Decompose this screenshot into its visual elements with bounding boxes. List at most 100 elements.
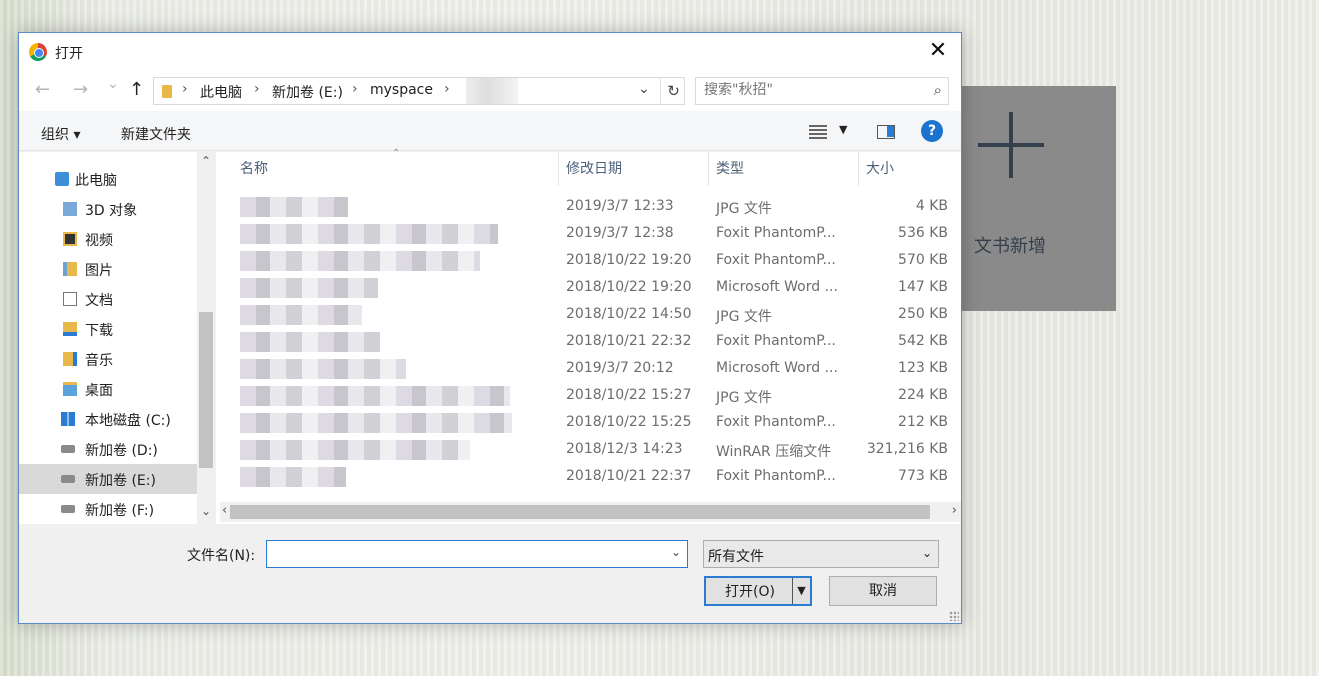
tree-item-music[interactable]: 音乐	[19, 344, 197, 374]
help-icon[interactable]: ?	[921, 120, 943, 142]
file-row[interactable]: 2019/3/7 20:12 Microsoft Word ... 123 KB	[216, 356, 961, 383]
column-header-name[interactable]: 名称	[240, 152, 268, 186]
breadcrumb-myspace[interactable]: myspace	[370, 82, 433, 98]
tree-item-pictures[interactable]: 图片	[19, 254, 197, 284]
filetype-select[interactable]: 所有文件 ⌄	[703, 540, 939, 568]
tree-item-documents[interactable]: 文档	[19, 284, 197, 314]
view-dropdown-icon[interactable]: ▼	[839, 123, 847, 136]
recent-locations-button[interactable]: ⌄	[107, 76, 119, 92]
file-type: Foxit PhantomP...	[716, 333, 836, 349]
tree-item-drive-c[interactable]: 本地磁盘 (C:)	[19, 404, 197, 434]
open-button[interactable]: 打开(O) ▼	[704, 576, 812, 606]
back-button[interactable]: ←	[35, 79, 50, 100]
column-header-date[interactable]: 修改日期	[566, 152, 622, 186]
address-dropdown-icon[interactable]: ⌄	[638, 81, 650, 97]
navigation-pane: 此电脑 3D 对象 视频 图片 文档 下载 音乐 桌面 本地磁盘 (C:) 新加…	[19, 152, 215, 524]
forward-button[interactable]: →	[73, 79, 88, 100]
file-type: JPG 文件	[716, 390, 772, 406]
search-box[interactable]: ⌕	[695, 77, 949, 105]
file-size: 123 KB	[898, 360, 948, 376]
tree-item-label: 新加卷 (E:)	[85, 473, 156, 489]
column-divider[interactable]	[708, 152, 709, 186]
file-list: ⌃ 名称 修改日期 类型 大小 2019/3/7 12:33 JPG 文件 4 …	[216, 148, 961, 524]
resize-grip-icon[interactable]	[949, 611, 959, 621]
open-split-dropdown-icon[interactable]: ▼	[792, 578, 810, 604]
filename-input[interactable]	[271, 545, 661, 561]
breadcrumb-separator[interactable]: ›	[352, 81, 358, 97]
scrollbar-thumb[interactable]	[230, 505, 930, 519]
downloads-folder-icon	[63, 322, 77, 336]
address-bar[interactable]: › 此电脑 › 新加卷 (E:) › myspace › ⌄ ↻	[153, 77, 685, 105]
breadcrumb-blurred[interactable]	[466, 78, 518, 104]
close-button[interactable]: ✕	[915, 33, 961, 71]
file-date: 2018/10/22 19:20	[566, 279, 692, 295]
chevron-down-icon[interactable]: ⌄	[922, 546, 932, 560]
file-row[interactable]: 2018/10/22 19:20 Microsoft Word ... 147 …	[216, 275, 961, 302]
refresh-icon[interactable]: ↻	[660, 78, 686, 104]
breadcrumb-separator[interactable]: ›	[254, 81, 260, 97]
open-file-dialog: 打开 ✕ ← → ⌄ ↑ › 此电脑 › 新加卷 (E:) › myspace …	[18, 32, 962, 624]
file-size: 250 KB	[898, 306, 948, 322]
column-divider[interactable]	[558, 152, 559, 186]
breadcrumb-drive-e[interactable]: 新加卷 (E:)	[272, 82, 343, 102]
drive-icon	[61, 505, 75, 513]
scroll-left-arrow[interactable]: ‹	[222, 503, 227, 518]
blurred-file-name	[240, 305, 362, 325]
file-row[interactable]: 2018/10/22 15:25 Foxit PhantomP... 212 K…	[216, 410, 961, 437]
breadcrumb-separator[interactable]: ›	[182, 81, 188, 97]
column-header-type[interactable]: 类型	[716, 152, 744, 186]
tree-item-this-pc[interactable]: 此电脑	[19, 164, 197, 194]
organize-menu[interactable]: 组织 ▾	[41, 124, 80, 144]
scrollbar-thumb[interactable]	[199, 312, 213, 468]
chevron-down-icon[interactable]: ⌄	[671, 545, 681, 559]
new-folder-button[interactable]: 新建文件夹	[121, 124, 191, 144]
up-button[interactable]: ↑	[129, 79, 144, 100]
file-row[interactable]: 2018/10/22 19:20 Foxit PhantomP... 570 K…	[216, 248, 961, 275]
column-divider[interactable]	[858, 152, 859, 186]
view-options-icon[interactable]	[809, 125, 827, 139]
blurred-file-name	[240, 413, 512, 433]
documents-folder-icon	[63, 292, 77, 306]
file-row[interactable]: 2019/3/7 12:38 Foxit PhantomP... 536 KB	[216, 221, 961, 248]
column-header-size[interactable]: 大小	[866, 152, 894, 186]
tree-item-drive-f[interactable]: 新加卷 (F:)	[19, 494, 197, 524]
file-date: 2018/10/21 22:37	[566, 468, 692, 484]
file-row[interactable]: 2018/10/22 15:27 JPG 文件 224 KB	[216, 383, 961, 410]
breadcrumb-this-pc[interactable]: 此电脑	[200, 82, 242, 102]
cancel-button[interactable]: 取消	[829, 576, 937, 606]
pictures-folder-icon	[63, 262, 77, 276]
file-row[interactable]: 2018/10/21 22:37 Foxit PhantomP... 773 K…	[216, 464, 961, 491]
file-type: Foxit PhantomP...	[716, 225, 836, 241]
3d-objects-icon	[63, 202, 77, 216]
file-row[interactable]: 2019/3/7 12:33 JPG 文件 4 KB	[216, 194, 961, 221]
scroll-down-arrow[interactable]: ⌄	[201, 504, 211, 518]
tree-item-drive-d[interactable]: 新加卷 (D:)	[19, 434, 197, 464]
file-row[interactable]: 2018/12/3 14:23 WinRAR 压缩文件 321,216 KB	[216, 437, 961, 464]
blurred-file-name	[240, 251, 480, 271]
navigation-scrollbar[interactable]: ⌃ ⌄	[197, 152, 215, 524]
blurred-file-name	[240, 467, 346, 487]
search-icon[interactable]: ⌕	[934, 81, 942, 99]
tree-item-downloads[interactable]: 下载	[19, 314, 197, 344]
preview-pane-icon[interactable]	[877, 125, 895, 139]
file-row[interactable]: 2018/10/21 22:32 Foxit PhantomP... 542 K…	[216, 329, 961, 356]
drive-icon	[61, 445, 75, 453]
search-input[interactable]	[704, 82, 914, 98]
horizontal-scrollbar[interactable]: ‹ ›	[220, 502, 961, 522]
scroll-right-arrow[interactable]: ›	[952, 503, 957, 518]
breadcrumb-separator[interactable]: ›	[444, 81, 450, 97]
plus-icon[interactable]	[978, 112, 1044, 178]
tree-item-drive-e[interactable]: 新加卷 (E:)	[19, 464, 197, 494]
blurred-file-name	[240, 224, 498, 244]
music-folder-icon	[63, 352, 77, 366]
filename-combobox[interactable]: ⌄	[266, 540, 688, 568]
tree-item-label: 文档	[85, 293, 113, 309]
file-row[interactable]: 2018/10/22 14:50 JPG 文件 250 KB	[216, 302, 961, 329]
file-date: 2018/10/22 14:50	[566, 306, 692, 322]
file-size: 321,216 KB	[866, 441, 948, 457]
file-size: 536 KB	[898, 225, 948, 241]
tree-item-3d-objects[interactable]: 3D 对象	[19, 194, 197, 224]
tree-item-videos[interactable]: 视频	[19, 224, 197, 254]
scroll-up-arrow[interactable]: ⌃	[201, 154, 211, 168]
tree-item-desktop[interactable]: 桌面	[19, 374, 197, 404]
